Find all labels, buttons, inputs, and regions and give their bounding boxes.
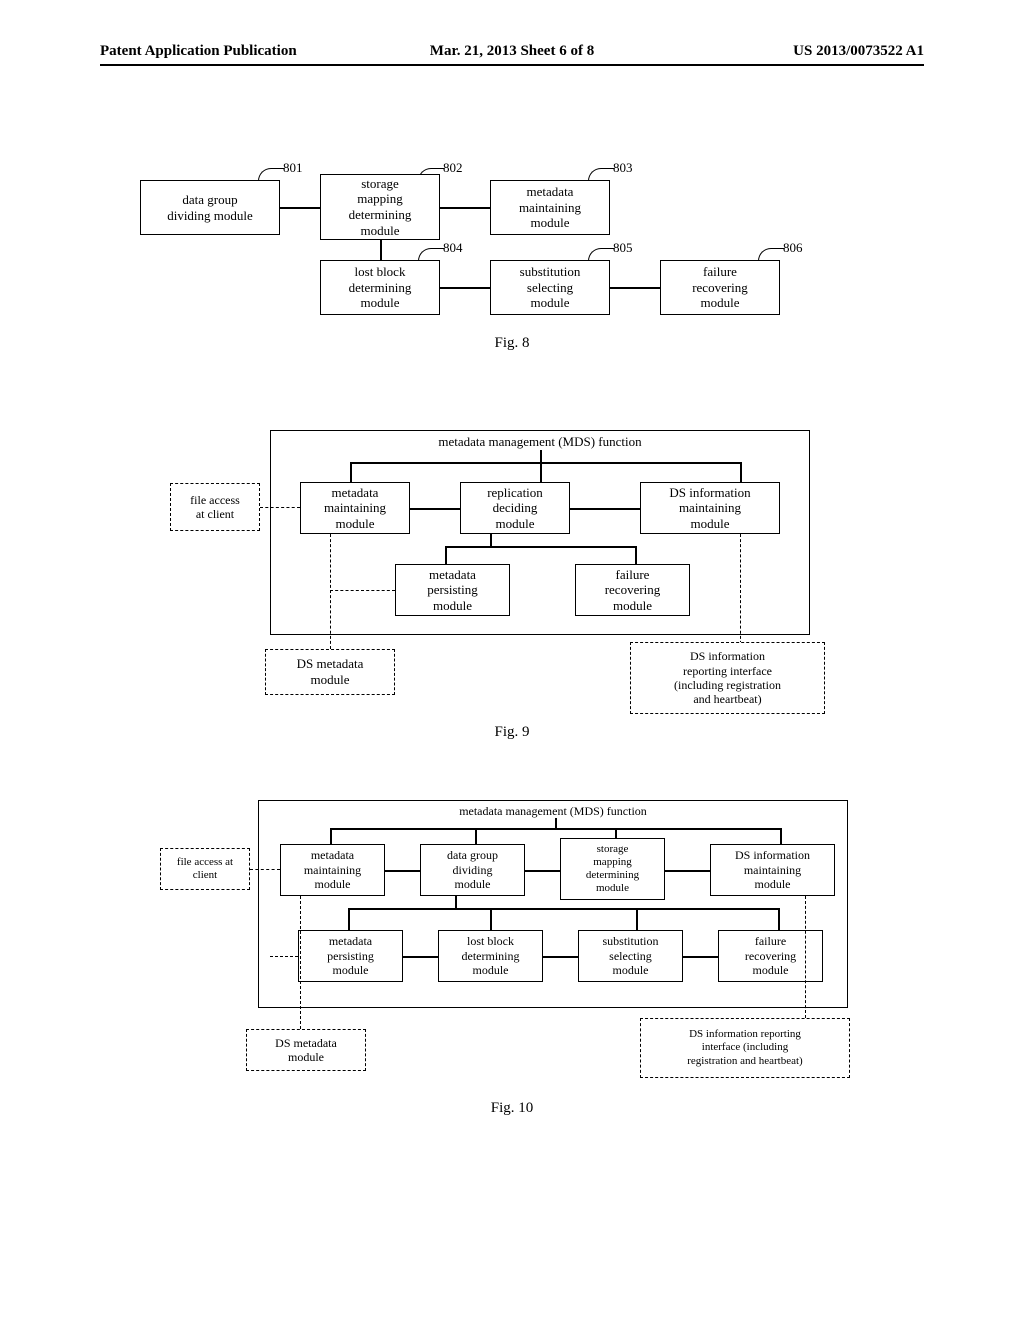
fig9-ds-info-maintain: DS information maintaining module: [640, 482, 780, 534]
fig10-metadata-maintaining: metadata maintaining module: [280, 844, 385, 896]
fig10-ds-metadata: DS metadata module: [246, 1029, 366, 1071]
fig8: 801 data group dividing module 802 stora…: [0, 160, 1024, 390]
tag-804: 804: [443, 240, 463, 256]
header-right: US 2013/0073522 A1: [793, 43, 924, 60]
fig10-caption: Fig. 10: [462, 1100, 562, 1117]
header-left: Patent Application Publication: [100, 43, 297, 60]
fig10-metadata-persisting: metadata persisting module: [298, 930, 403, 982]
fig9-replication-deciding: replication deciding module: [460, 482, 570, 534]
fig9-metadata-persisting: metadata persisting module: [395, 564, 510, 616]
fig10-title: metadata management (MDS) function: [258, 804, 848, 819]
fig10-storage-mapping-determining: storage mapping determining module: [560, 838, 665, 900]
fig10: metadata management (MDS) function file …: [0, 790, 1024, 1170]
box-806: failure recovering module: [660, 260, 780, 315]
fig9-failure-recovering: failure recovering module: [575, 564, 690, 616]
tag-806: 806: [783, 240, 803, 256]
page-header: Patent Application Publication Mar. 21, …: [100, 60, 924, 66]
fig10-failure-recovering: failure recovering module: [718, 930, 823, 982]
box-803: metadata maintaining module: [490, 180, 610, 235]
tag-801: 801: [283, 160, 303, 176]
fig8-caption: Fig. 8: [462, 335, 562, 352]
fig9-ds-metadata: DS metadata module: [265, 649, 395, 695]
box-804: lost block determining module: [320, 260, 440, 315]
fig9-client: file access at client: [170, 483, 260, 531]
tag-805: 805: [613, 240, 633, 256]
fig10-lost-block-determining: lost block determining module: [438, 930, 543, 982]
fig9-caption: Fig. 9: [462, 724, 562, 741]
fig9-ds-report: DS information reporting interface (incl…: [630, 642, 825, 714]
tag-802: 802: [443, 160, 463, 176]
fig10-client: file access at client: [160, 848, 250, 890]
box-805: substitution selecting module: [490, 260, 610, 315]
header-mid: Mar. 21, 2013 Sheet 6 of 8: [430, 43, 594, 60]
fig10-substitution-selecting: substitution selecting module: [578, 930, 683, 982]
tag-803: 803: [613, 160, 633, 176]
fig10-data-group-dividing: data group dividing module: [420, 844, 525, 896]
box-801: data group dividing module: [140, 180, 280, 235]
fig9-title: metadata management (MDS) function: [270, 434, 810, 450]
box-802: storage mapping determining module: [320, 174, 440, 240]
fig10-ds-report: DS information reporting interface (incl…: [640, 1018, 850, 1078]
fig10-ds-info-maintain: DS information maintaining module: [710, 844, 835, 896]
fig9-metadata-maintaining: metadata maintaining module: [300, 482, 410, 534]
fig9: metadata management (MDS) function file …: [0, 420, 1024, 780]
